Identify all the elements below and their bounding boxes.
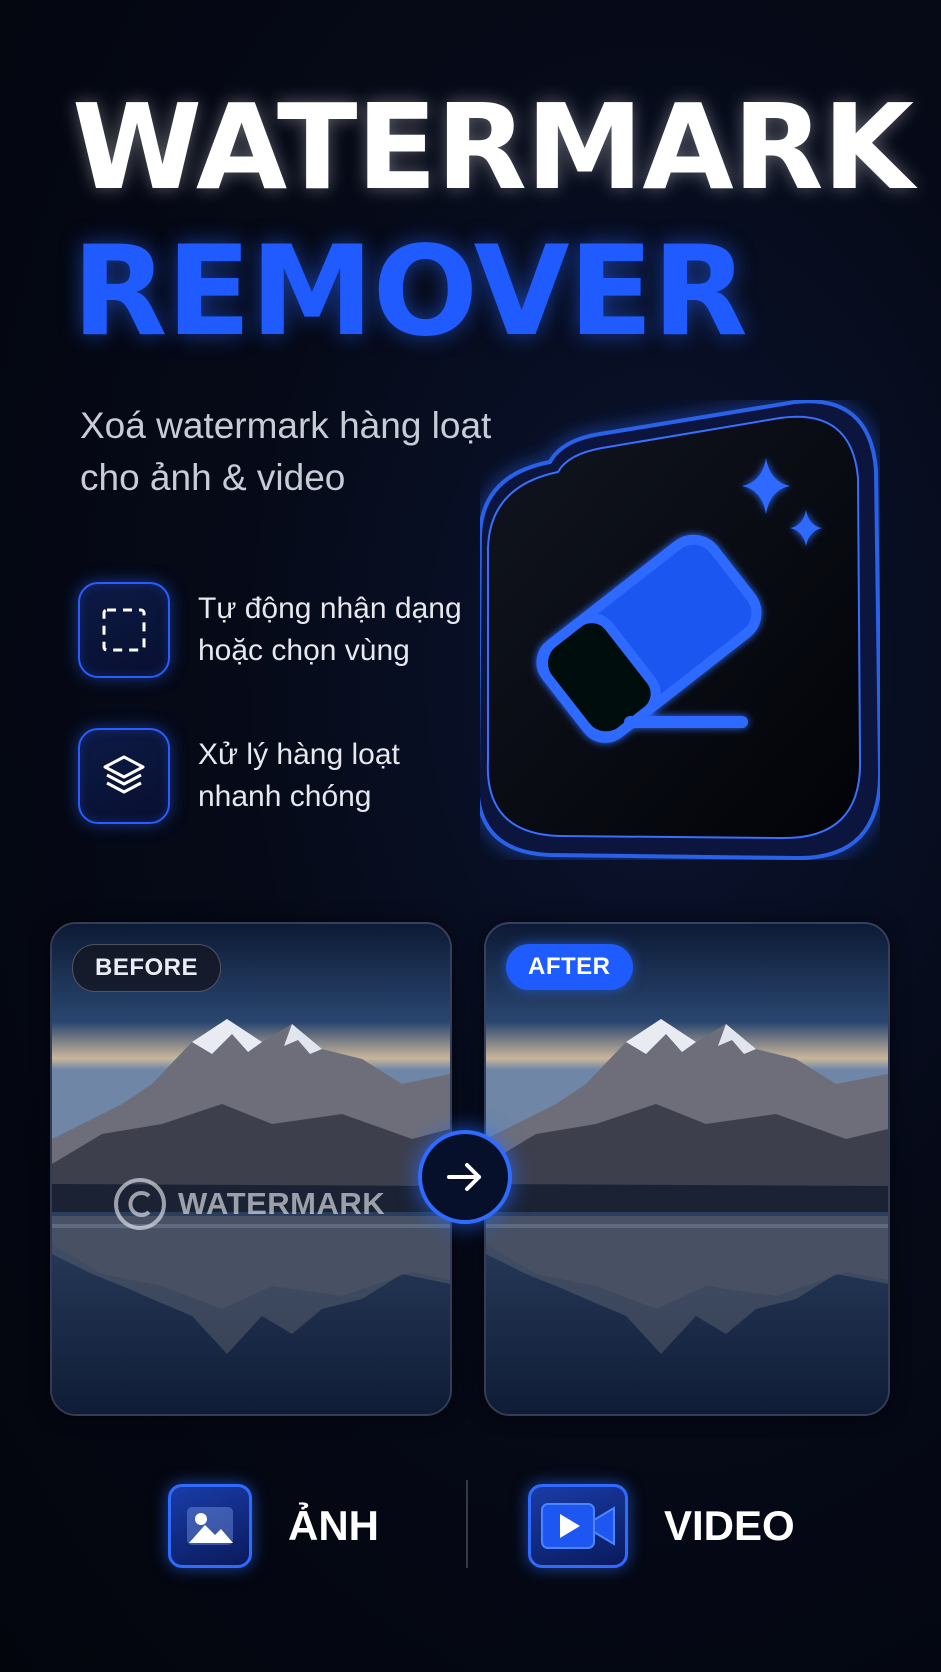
- landscape-image-before: [52, 924, 450, 1414]
- before-panel: BEFORE WATERMARK: [50, 922, 452, 1416]
- before-badge: BEFORE: [72, 944, 222, 992]
- image-icon: [168, 1484, 252, 1568]
- feature-auto-detect-text: Tự động nhận dạng hoặc chọn vùng: [198, 588, 488, 672]
- media-photo-label: ẢNH: [288, 1502, 379, 1549]
- media-video: VIDEO: [528, 1482, 795, 1570]
- app-icon: [475, 399, 883, 861]
- feature-auto-detect: Tự động nhận dạng hoặc chọn vùng: [78, 582, 478, 678]
- title-line-remover: REMOVER: [72, 220, 748, 364]
- watermark-overlay: WATERMARK: [112, 1172, 385, 1236]
- media-video-label: VIDEO: [664, 1502, 795, 1549]
- copyright-icon: [114, 1178, 166, 1230]
- subtitle-line-2: cho ảnh & video: [80, 457, 346, 498]
- dashed-selection-icon: [78, 582, 170, 678]
- feature-auto-detect-line-2: hoặc chọn vùng: [198, 634, 410, 667]
- feature-batch-line-2: nhanh chóng: [198, 780, 372, 813]
- after-badge: AFTER: [506, 944, 633, 990]
- title-line-watermark: WATERMARK: [72, 78, 914, 216]
- feature-batch: Xử lý hàng loạt nhanh chóng: [78, 728, 478, 824]
- watermark-text: WATERMARK: [178, 1186, 386, 1221]
- landscape-image-after: [486, 924, 888, 1414]
- arrow-right-icon: [418, 1130, 512, 1224]
- layers-icon: [78, 728, 170, 824]
- after-panel: AFTER: [484, 922, 890, 1416]
- media-photo: ẢNH: [168, 1482, 379, 1570]
- feature-batch-line-1: Xử lý hàng loạt: [198, 738, 400, 771]
- bottom-divider: [466, 1480, 468, 1568]
- feature-batch-text: Xử lý hàng loạt nhanh chóng: [198, 734, 488, 818]
- subtitle: Xoá watermark hàng loạt cho ảnh & video: [80, 400, 540, 504]
- video-camera-icon: [528, 1484, 628, 1568]
- subtitle-line-1: Xoá watermark hàng loạt: [80, 405, 492, 446]
- feature-auto-detect-line-1: Tự động nhận dạng: [198, 592, 462, 625]
